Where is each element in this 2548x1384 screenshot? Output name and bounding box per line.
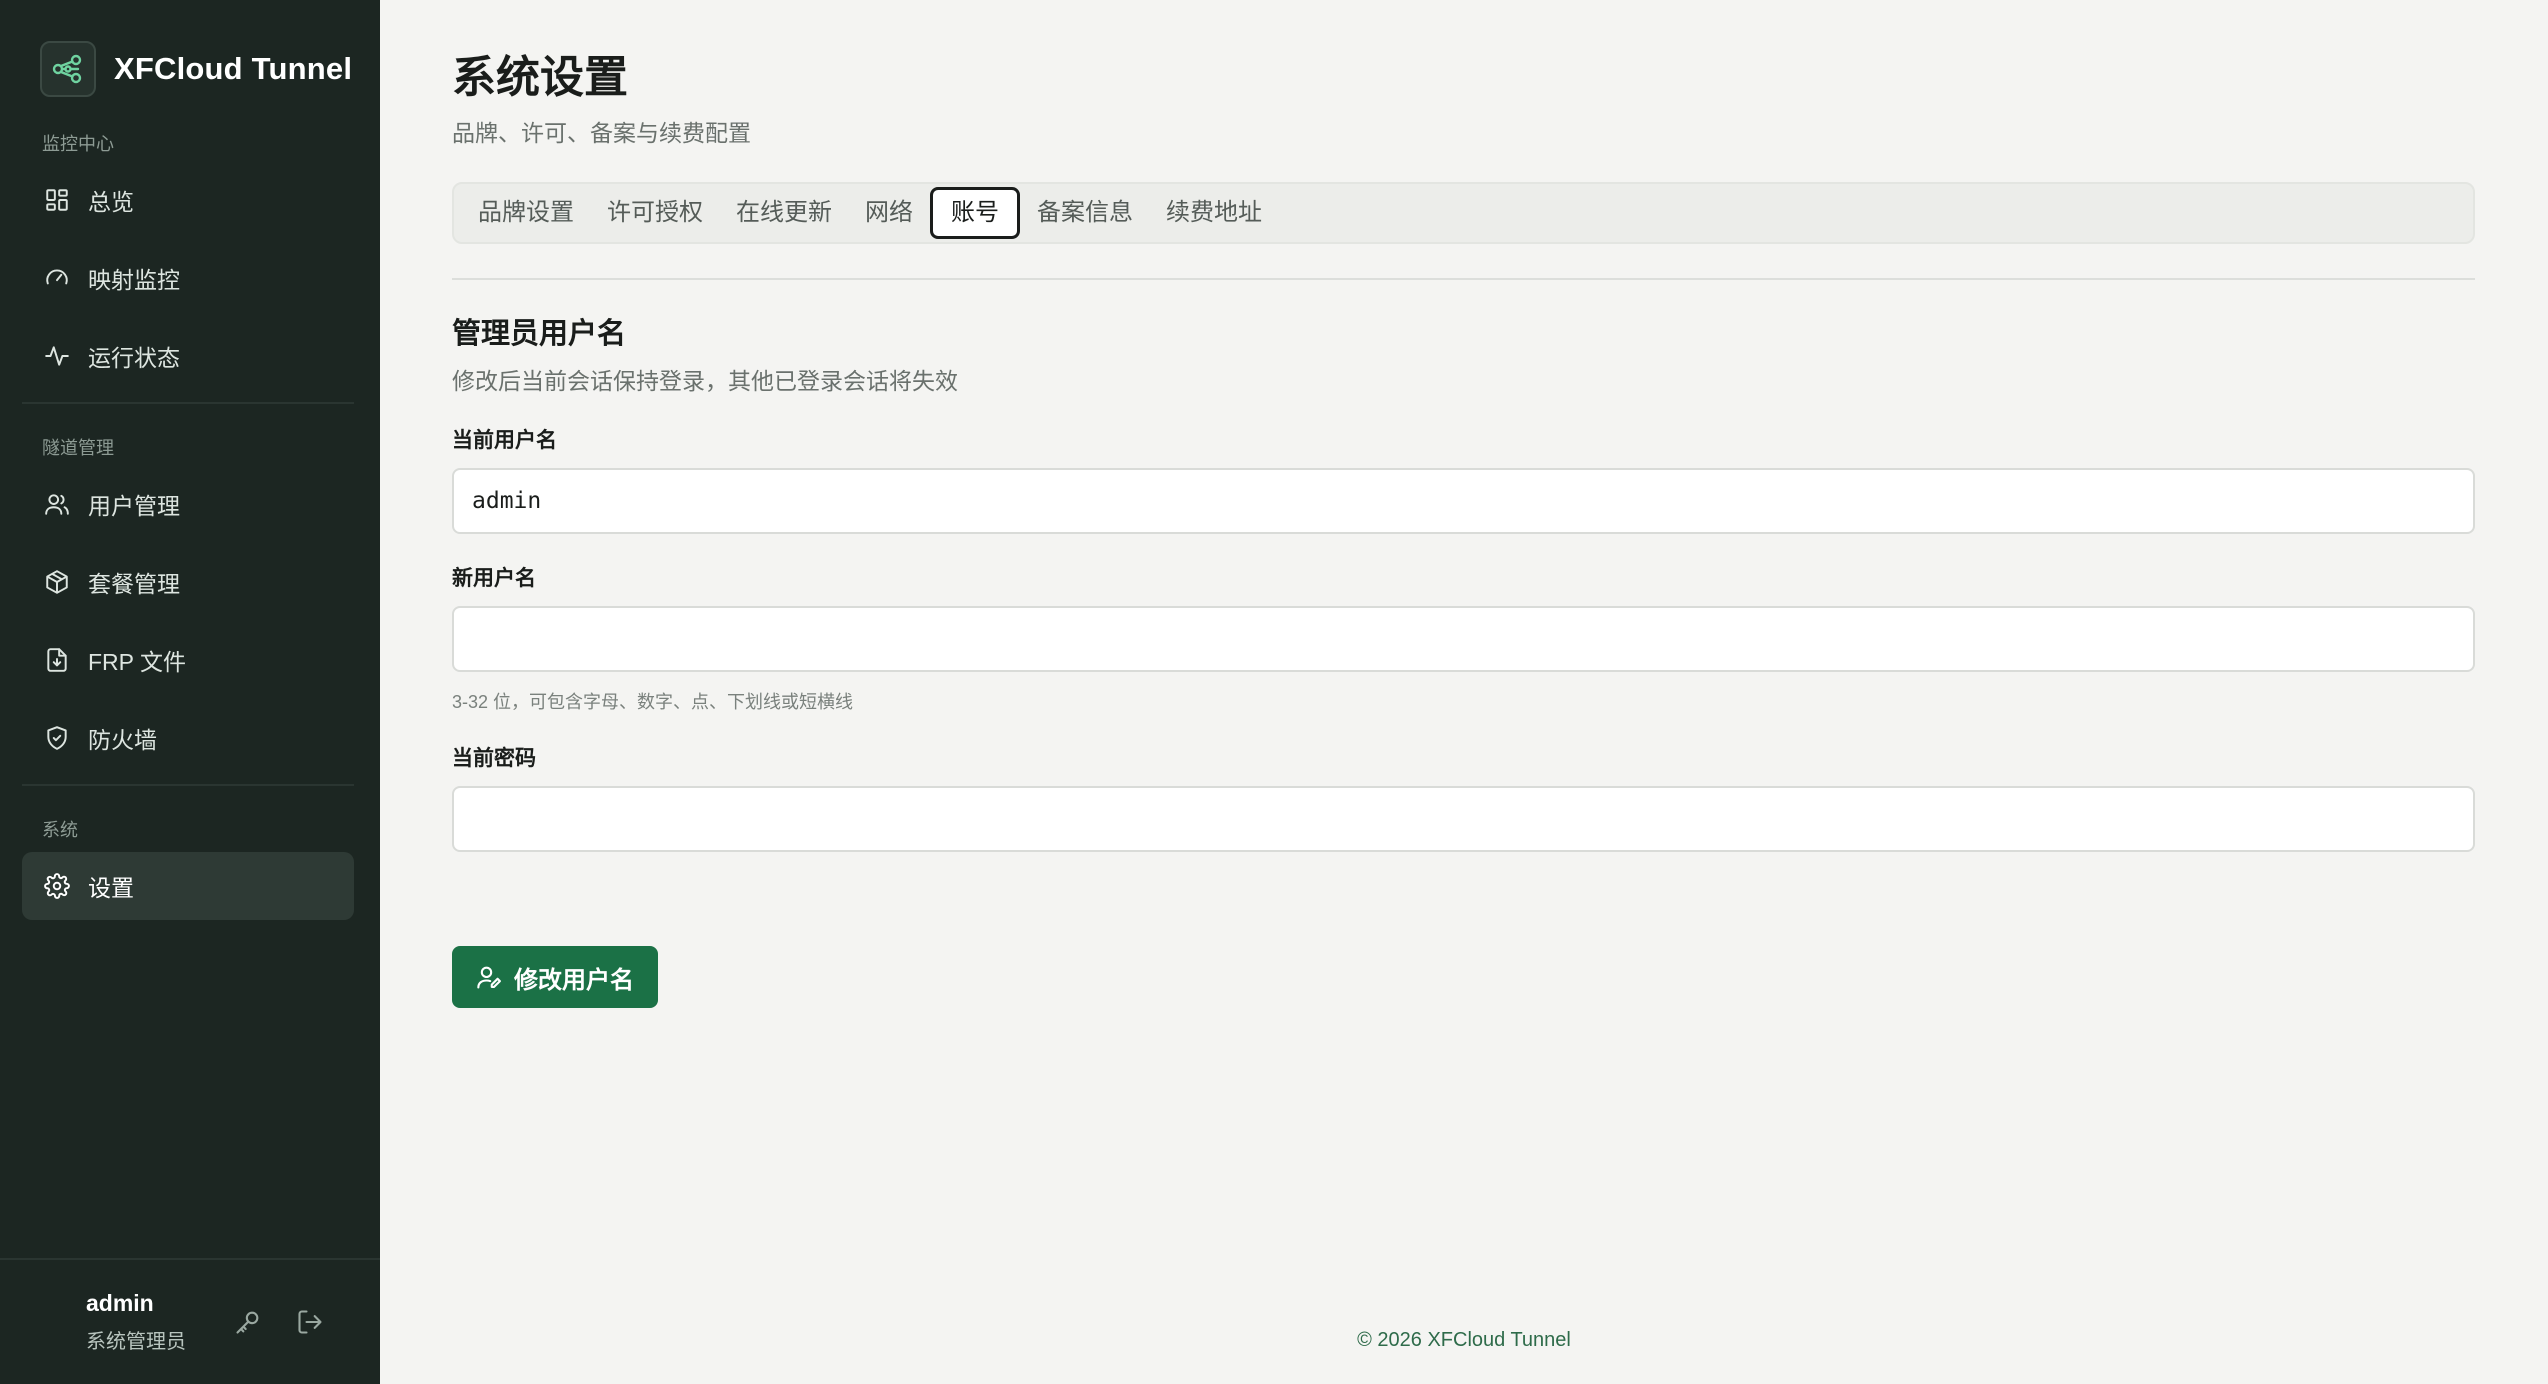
section-title: 管理员用户名	[452, 318, 627, 350]
tab-brand[interactable]: 品牌设置	[462, 187, 590, 239]
package-icon	[42, 567, 72, 597]
key-icon[interactable]	[232, 1306, 264, 1338]
shield-icon	[42, 723, 72, 753]
sidebar-item-firewall[interactable]: 防火墙	[22, 704, 354, 772]
current-username-field[interactable]	[452, 468, 2475, 534]
settings-tabs: 品牌设置 许可授权 在线更新 网络 账号 备案信息 续费地址	[452, 182, 2475, 244]
tab-network[interactable]: 网络	[849, 187, 929, 239]
brand[interactable]: XFCloud Tunnel	[0, 0, 380, 112]
user-name: admin	[86, 1290, 154, 1316]
user-edit-icon	[476, 963, 504, 991]
tab-renewal[interactable]: 续费地址	[1150, 187, 1278, 239]
new-username-label: 新用户名	[452, 567, 536, 590]
sidebar-divider	[22, 402, 354, 404]
new-username-input[interactable]	[452, 606, 2475, 672]
sidebar-item-label: 套餐管理	[88, 571, 180, 597]
user-box: admin 系统管理员	[0, 1258, 380, 1384]
activity-icon	[42, 341, 72, 371]
tab-account[interactable]: 账号	[930, 187, 1020, 239]
section-separator	[452, 278, 2475, 280]
grid-icon	[42, 185, 72, 215]
sidebar-item-label: 总览	[88, 189, 134, 215]
sidebar-item-packages[interactable]: 套餐管理	[22, 548, 354, 616]
section-description: 修改后当前会话保持登录，其他已登录会话将失效	[452, 368, 958, 394]
current-username-label: 当前用户名	[452, 429, 557, 452]
sidebar-item-overview[interactable]: 总览	[22, 166, 354, 234]
logout-icon[interactable]	[294, 1306, 326, 1338]
tab-update[interactable]: 在线更新	[720, 187, 848, 239]
user-info: admin 系统管理员	[86, 1290, 186, 1354]
file-download-icon	[42, 645, 72, 675]
current-password-label: 当前密码	[452, 747, 536, 770]
sidebar-item-users[interactable]: 用户管理	[22, 470, 354, 538]
page-title: 系统设置	[452, 53, 628, 102]
sidebar-item-label: 设置	[88, 875, 134, 901]
user-role: 系统管理员	[86, 1331, 186, 1353]
sidebar-item-frp-files[interactable]: FRP 文件	[22, 626, 354, 694]
sidebar-item-settings[interactable]: 设置	[22, 852, 354, 920]
user-actions	[232, 1306, 326, 1338]
sidebar-item-label: 用户管理	[88, 493, 180, 519]
users-icon	[42, 489, 72, 519]
brand-logo-icon	[40, 41, 96, 97]
current-password-input[interactable]	[452, 786, 2475, 852]
sidebar: XFCloud Tunnel 监控中心 总览 映射监控 运行状态 隧道管理 用户…	[0, 0, 380, 1384]
sidebar-item-label: 运行状态	[88, 345, 180, 371]
footer-copyright: © 2026 XFCloud Tunnel	[1357, 1329, 1571, 1351]
sidebar-item-label: 映射监控	[88, 267, 180, 293]
sidebar-divider	[22, 784, 354, 786]
sidebar-section-monitor: 监控中心	[42, 134, 114, 154]
gauge-icon	[42, 263, 72, 293]
sidebar-item-label: 防火墙	[88, 727, 157, 753]
new-username-hint: 3-32 位，可包含字母、数字、点、下划线或短横线	[452, 692, 854, 712]
page-subtitle: 品牌、许可、备案与续费配置	[452, 120, 751, 146]
tab-license[interactable]: 许可授权	[591, 187, 719, 239]
sidebar-item-status[interactable]: 运行状态	[22, 322, 354, 390]
main-content: 系统设置 品牌、许可、备案与续费配置 品牌设置 许可授权 在线更新 网络 账号 …	[380, 0, 2548, 1384]
gear-icon	[42, 871, 72, 901]
sidebar-section-system: 系统	[42, 820, 78, 840]
sidebar-item-mapping-monitor[interactable]: 映射监控	[22, 244, 354, 312]
sidebar-item-label: FRP 文件	[88, 649, 186, 675]
change-username-button[interactable]: 修改用户名	[452, 946, 658, 1008]
app-root: XFCloud Tunnel 监控中心 总览 映射监控 运行状态 隧道管理 用户…	[0, 0, 2548, 1384]
brand-name: XFCloud Tunnel	[114, 51, 353, 86]
sidebar-section-tunnel: 隧道管理	[42, 438, 114, 458]
change-username-label: 修改用户名	[514, 966, 634, 994]
tab-icp[interactable]: 备案信息	[1021, 187, 1149, 239]
